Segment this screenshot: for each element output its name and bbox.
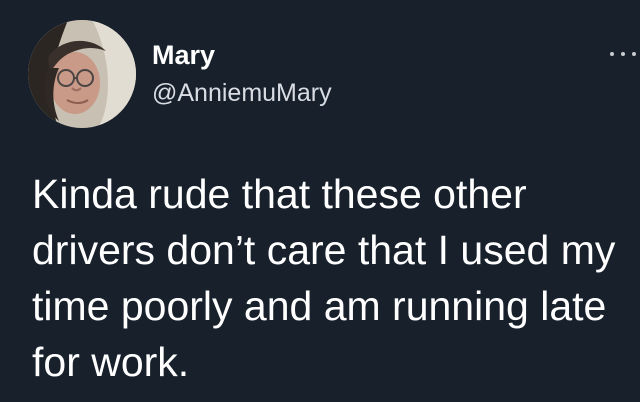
- more-options-icon: [610, 52, 614, 56]
- avatar[interactable]: [28, 20, 136, 128]
- tweet-card: Mary @AnniemuMary Kinda rude that these …: [0, 0, 640, 402]
- profile-photo-icon: [28, 20, 136, 128]
- more-options-icon-dot: [621, 52, 625, 56]
- more-options-icon-dot: [632, 52, 636, 56]
- tweet-text: Kinda rude that these other drivers don’…: [32, 171, 616, 385]
- display-name[interactable]: Mary: [152, 42, 215, 69]
- user-handle[interactable]: @AnniemuMary: [152, 81, 332, 106]
- more-options-button[interactable]: [610, 47, 636, 61]
